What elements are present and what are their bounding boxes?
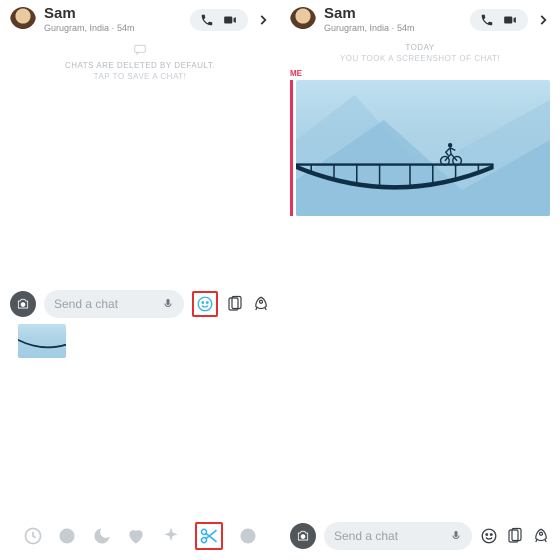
sent-image[interactable] xyxy=(290,80,550,216)
face-icon[interactable] xyxy=(238,526,258,546)
left-pane: Sam Gurugram, India · 54m CHATS ARE DELE… xyxy=(0,0,280,560)
chat-header: Sam Gurugram, India · 54m xyxy=(0,0,280,37)
system-day: TODAY xyxy=(280,43,560,52)
sticker-toolbar xyxy=(0,522,280,550)
chat-placeholder: Send a chat xyxy=(54,297,156,311)
chat-input-row: Send a chat xyxy=(280,522,560,550)
rocket-icon[interactable] xyxy=(252,295,270,313)
chevron-right-icon[interactable] xyxy=(256,13,270,27)
scissors-icon-highlighted[interactable] xyxy=(195,522,223,550)
contact-name[interactable]: Sam xyxy=(44,6,182,21)
header-text: Sam Gurugram, India · 54m xyxy=(324,6,462,33)
rocket-icon[interactable] xyxy=(532,527,550,545)
phone-icon[interactable] xyxy=(200,13,214,27)
video-icon[interactable] xyxy=(222,13,238,27)
chevron-right-icon[interactable] xyxy=(536,13,550,27)
smiley-button-highlighted[interactable] xyxy=(192,291,218,317)
chat-bubble-icon xyxy=(131,43,149,57)
right-pane: Sam Gurugram, India · 54m TODAY YOU TOOK… xyxy=(280,0,560,560)
microphone-icon[interactable] xyxy=(162,297,174,311)
avatar[interactable] xyxy=(290,7,316,33)
microphone-icon[interactable] xyxy=(450,529,462,543)
camera-button[interactable] xyxy=(10,291,36,317)
gif-thumbnail[interactable] xyxy=(12,324,66,358)
header-text: Sam Gurugram, India · 54m xyxy=(44,6,182,33)
call-controls xyxy=(190,9,248,31)
sparkle-icon[interactable] xyxy=(161,526,181,546)
sender-accent-bar xyxy=(290,80,293,216)
sticker-icon[interactable] xyxy=(226,295,244,313)
sticker-icon[interactable] xyxy=(506,527,524,545)
chat-input[interactable]: Send a chat xyxy=(324,522,472,550)
heart-icon[interactable] xyxy=(126,526,146,546)
system-line1: CHATS ARE DELETED BY DEFAULT. xyxy=(0,61,280,70)
system-message: CHATS ARE DELETED BY DEFAULT. TAP TO SAV… xyxy=(0,43,280,81)
system-message: TODAY YOU TOOK A SCREENSHOT OF CHAT! xyxy=(280,43,560,63)
camera-button[interactable] xyxy=(290,523,316,549)
contact-sub: Gurugram, India · 54m xyxy=(324,23,462,33)
contact-sub: Gurugram, India · 54m xyxy=(44,23,182,33)
video-icon[interactable] xyxy=(502,13,518,27)
chat-header: Sam Gurugram, India · 54m xyxy=(280,0,560,37)
system-line2: TAP TO SAVE A CHAT! xyxy=(0,72,280,81)
avatar[interactable] xyxy=(10,7,36,33)
phone-icon[interactable] xyxy=(480,13,494,27)
clock-icon[interactable] xyxy=(23,526,43,546)
chat-input[interactable]: Send a chat xyxy=(44,290,184,318)
contact-name[interactable]: Sam xyxy=(324,6,462,21)
sender-label: ME xyxy=(290,69,560,78)
chat-input-row: Send a chat xyxy=(0,290,280,318)
smiley-icon[interactable] xyxy=(480,527,498,545)
chat-placeholder: Send a chat xyxy=(334,529,444,543)
moon-icon[interactable] xyxy=(92,526,112,546)
system-event: YOU TOOK A SCREENSHOT OF CHAT! xyxy=(280,54,560,63)
emoji-icon[interactable] xyxy=(57,526,77,546)
call-controls xyxy=(470,9,528,31)
